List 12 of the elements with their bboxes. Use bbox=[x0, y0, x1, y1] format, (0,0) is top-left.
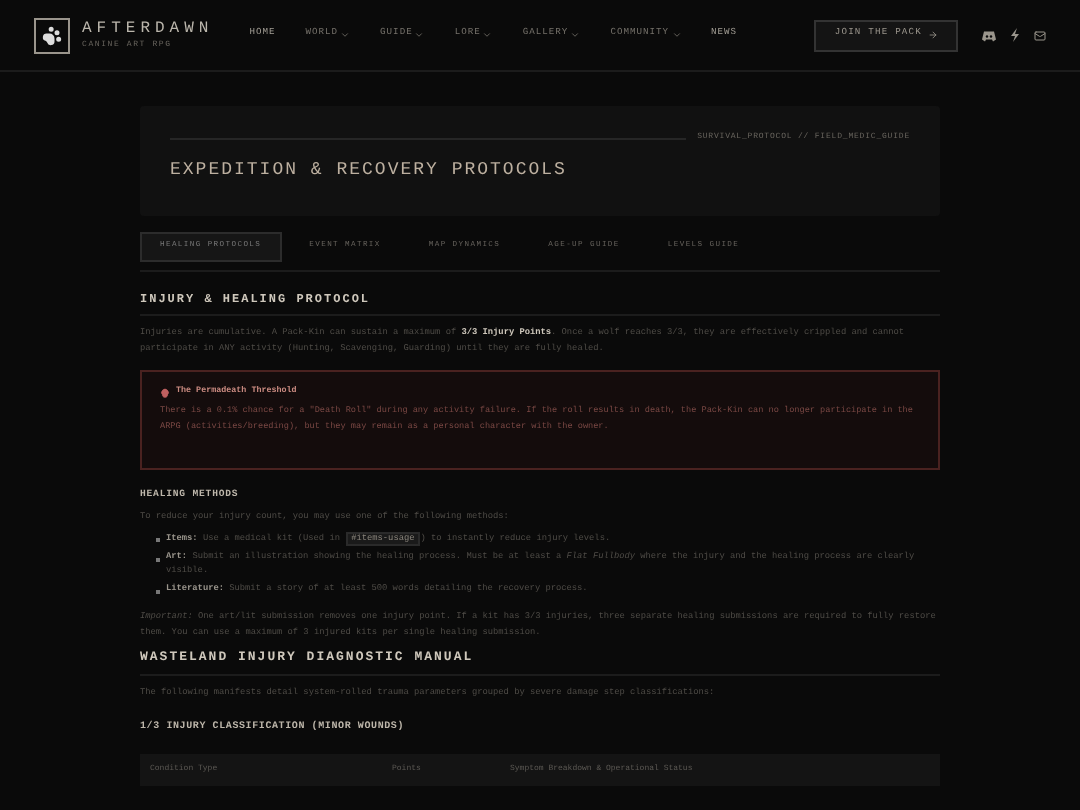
arrow-right-icon bbox=[928, 30, 938, 40]
chat-icon[interactable] bbox=[982, 29, 996, 41]
chevron-down-icon bbox=[340, 29, 351, 40]
chevron-down-icon bbox=[671, 29, 681, 40]
page-title: EXPEDITION & RECOVERY PROTOCOLS bbox=[170, 158, 569, 184]
mail-icon[interactable] bbox=[1034, 29, 1046, 41]
bolt-icon[interactable] bbox=[1010, 28, 1020, 42]
chevron-down-icon bbox=[570, 29, 581, 40]
logo-icon[interactable] bbox=[34, 17, 70, 53]
brand-name: AFTERDAWN bbox=[82, 21, 214, 37]
chevron-down-icon bbox=[482, 29, 493, 40]
chevron-down-icon bbox=[414, 29, 425, 40]
